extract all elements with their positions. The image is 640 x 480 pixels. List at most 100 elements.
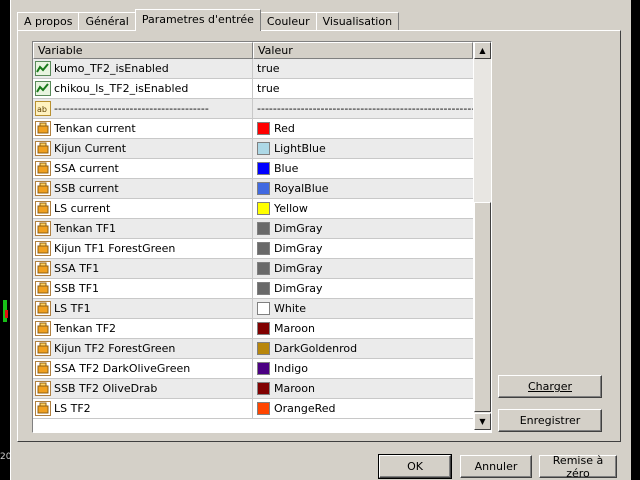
input-row[interactable]: LS TF1 White — [33, 299, 473, 319]
load-button[interactable]: Charger — [498, 375, 602, 398]
value-cell[interactable]: Indigo — [253, 359, 473, 379]
input-row[interactable]: Kijun TF1 ForestGreen DimGray — [33, 239, 473, 259]
ok-button[interactable]: OK — [378, 454, 452, 479]
bool-icon — [35, 81, 51, 96]
variable-cell: Tenkan current — [33, 119, 253, 139]
input-row[interactable]: SSA TF2 DarkOliveGreen Indigo — [33, 359, 473, 379]
color-swatch — [257, 242, 270, 255]
scroll-down-button[interactable]: ▼ — [474, 413, 491, 430]
input-row[interactable]: Kijun Current LightBlue — [33, 139, 473, 159]
variable-cell: LS TF1 — [33, 299, 253, 319]
vertical-scrollbar[interactable]: ▲ ▼ — [474, 42, 491, 430]
color-swatch — [257, 362, 270, 375]
tab-couleur[interactable]: Couleur — [259, 12, 317, 31]
variable-name: LS TF1 — [54, 302, 91, 315]
value-cell[interactable]: Blue — [253, 159, 473, 179]
value-cell[interactable]: Maroon — [253, 379, 473, 399]
value-cell[interactable]: Yellow — [253, 199, 473, 219]
variable-name: chikou_ls_TF2_isEnabled — [54, 82, 189, 95]
variable-cell: Kijun TF1 ForestGreen — [33, 239, 253, 259]
variable-name: LS current — [54, 202, 111, 215]
value-cell[interactable]: ----------------------------------------… — [253, 99, 473, 119]
value-cell[interactable]: DimGray — [253, 219, 473, 239]
input-row[interactable]: Tenkan TF1 DimGray — [33, 219, 473, 239]
value-cell[interactable]: Red — [253, 119, 473, 139]
variable-value: Maroon — [274, 322, 315, 335]
value-cell[interactable]: DimGray — [253, 239, 473, 259]
tab-a-propos[interactable]: A propos — [17, 12, 80, 31]
input-row[interactable]: SSA current Blue — [33, 159, 473, 179]
value-cell[interactable]: OrangeRed — [253, 399, 473, 419]
color-swatch — [257, 202, 270, 215]
variable-value: LightBlue — [274, 142, 326, 155]
input-row[interactable]: SSB TF1 DimGray — [33, 279, 473, 299]
value-cell[interactable]: DimGray — [253, 259, 473, 279]
color-icon — [35, 161, 51, 176]
column-header-value[interactable]: Valeur — [253, 42, 473, 59]
variable-cell: Tenkan TF1 — [33, 219, 253, 239]
color-icon — [35, 261, 51, 276]
value-cell[interactable]: Maroon — [253, 319, 473, 339]
variable-name: Tenkan TF2 — [54, 322, 117, 335]
candle-red — [5, 310, 8, 318]
save-button[interactable]: Enregistrer — [498, 409, 602, 432]
input-row[interactable]: kumo_TF2_isEnabled true — [33, 59, 473, 79]
input-row[interactable]: ab --------------------------------------… — [33, 99, 473, 119]
reset-button[interactable]: Remise à zéro — [539, 454, 617, 480]
value-cell[interactable]: true — [253, 59, 473, 79]
variable-value: Blue — [274, 162, 299, 175]
value-cell[interactable]: White — [253, 299, 473, 319]
inputs-tab-panel: Variable Valeur kumo_TF2_isEnabled true ch… — [17, 30, 621, 442]
input-row[interactable]: LS current Yellow — [33, 199, 473, 219]
input-row[interactable]: SSA TF1 DimGray — [33, 259, 473, 279]
scroll-up-button[interactable]: ▲ — [474, 42, 491, 59]
color-icon — [35, 181, 51, 196]
variable-cell: SSB current — [33, 179, 253, 199]
color-swatch — [257, 402, 270, 415]
value-cell[interactable]: true — [253, 79, 473, 99]
variable-name: Kijun TF2 ForestGreen — [54, 342, 176, 355]
value-cell[interactable]: RoyalBlue — [253, 179, 473, 199]
input-row[interactable]: Tenkan current Red — [33, 119, 473, 139]
variable-value: Yellow — [274, 202, 308, 215]
variable-name: SSB current — [54, 182, 119, 195]
input-row[interactable]: SSB TF2 OliveDrab Maroon — [33, 379, 473, 399]
variable-value: ----------------------------------------… — [257, 102, 473, 115]
cancel-button[interactable]: Annuler — [460, 455, 532, 478]
variable-cell: SSA TF2 DarkOliveGreen — [33, 359, 253, 379]
grid-body: kumo_TF2_isEnabled true chikou_ls_TF2_isEn… — [33, 59, 473, 419]
variable-cell: Tenkan TF2 — [33, 319, 253, 339]
tab-parametres-d-entr-e[interactable]: Parametres d'entrée — [134, 9, 261, 31]
color-icon — [35, 281, 51, 296]
variable-value: OrangeRed — [274, 402, 336, 415]
value-cell[interactable]: DarkGoldenrod — [253, 339, 473, 359]
input-row[interactable]: Tenkan TF2 Maroon — [33, 319, 473, 339]
color-swatch — [257, 342, 270, 355]
color-swatch — [257, 222, 270, 235]
tab-visualisation[interactable]: Visualisation — [315, 12, 400, 31]
bool-icon — [35, 61, 51, 76]
variable-value: DimGray — [274, 282, 323, 295]
tab-g-n-ral[interactable]: Général — [78, 12, 136, 31]
color-swatch — [257, 322, 270, 335]
variable-cell: SSB TF1 — [33, 279, 253, 299]
input-row[interactable]: chikou_ls_TF2_isEnabled true — [33, 79, 473, 99]
color-swatch — [257, 382, 270, 395]
variable-name: Kijun TF1 ForestGreen — [54, 242, 176, 255]
variable-name: kumo_TF2_isEnabled — [54, 62, 169, 75]
scroll-thumb[interactable] — [474, 202, 491, 412]
variable-value: Red — [274, 122, 295, 135]
input-row[interactable]: Kijun TF2 ForestGreen DarkGoldenrod — [33, 339, 473, 359]
color-icon — [35, 221, 51, 236]
value-cell[interactable]: LightBlue — [253, 139, 473, 159]
column-header-variable[interactable]: Variable — [33, 42, 253, 59]
input-row[interactable]: SSB current RoyalBlue — [33, 179, 473, 199]
input-row[interactable]: LS TF2 OrangeRed — [33, 399, 473, 419]
variable-name: Kijun Current — [54, 142, 127, 155]
variable-cell: SSB TF2 OliveDrab — [33, 379, 253, 399]
value-cell[interactable]: DimGray — [253, 279, 473, 299]
variable-name: SSA TF1 — [54, 262, 100, 275]
variable-cell: kumo_TF2_isEnabled — [33, 59, 253, 79]
variable-name: Tenkan current — [54, 122, 136, 135]
variable-value: RoyalBlue — [274, 182, 329, 195]
